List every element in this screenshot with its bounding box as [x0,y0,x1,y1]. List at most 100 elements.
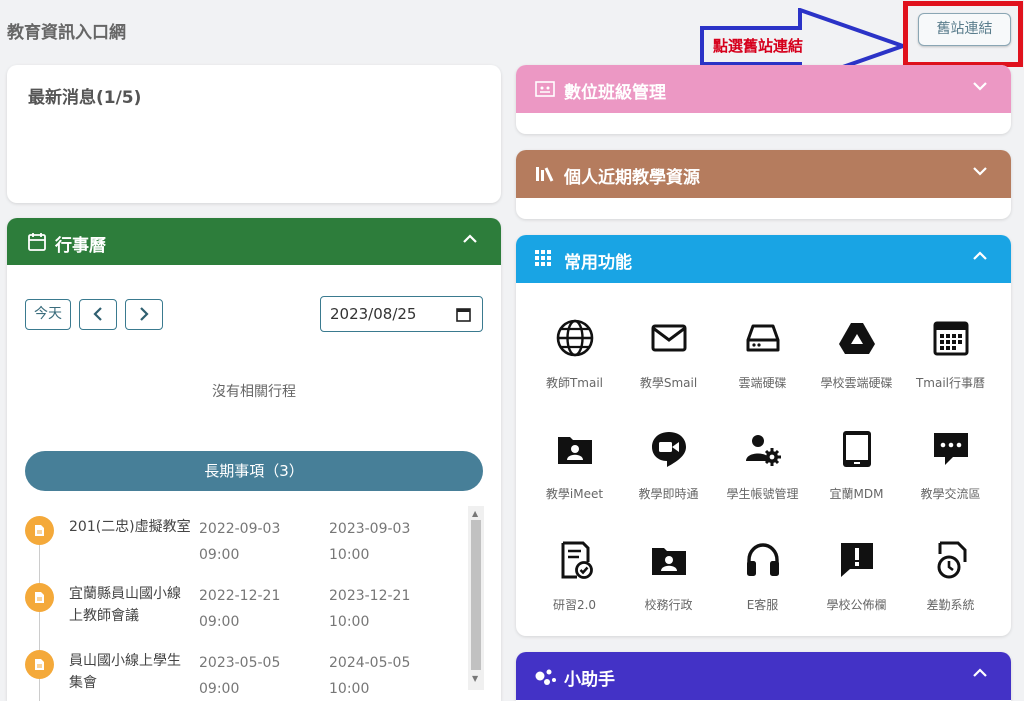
next-button[interactable] [125,299,163,330]
function-label: 教學iMeet [545,487,604,501]
function-label: 教學即時通 [638,487,699,501]
assistant-panel: 小助手 [516,652,1011,701]
tablet-icon [842,431,871,467]
personal-resources-panel: 個人近期教學資源 [516,150,1011,219]
document-icon [35,659,44,670]
function-item-teaching-smail[interactable]: 教學Smail [619,318,718,391]
function-item-teaching-forum[interactable]: 教學交流區 [901,429,1000,502]
function-item-attendance-system[interactable]: 差勤系統 [901,540,1000,613]
shared-folder-icon [557,437,592,464]
function-label: Tmail行事曆 [915,376,986,390]
function-item-school-cloud-drive[interactable]: 學校雲端硬碟 [807,318,906,391]
classroom-icon [535,81,555,97]
personal-resources-header[interactable]: 個人近期教學資源 [516,150,1011,198]
common-functions-header[interactable]: 常用功能 [516,235,1011,283]
news-card: 最新消息(1/5) [7,65,501,203]
function-item-yilan-mdm[interactable]: 宜蘭MDM [807,429,906,502]
event-start: 2023-05-05 09:00 [199,655,281,697]
annotation-text: 點選舊站連結 [713,37,804,55]
calendar-header[interactable]: 行事曆 [7,218,501,265]
scroll-thumb[interactable] [471,520,481,670]
chevron-down-icon[interactable] [973,166,987,176]
event-dot [25,583,54,612]
event-list: 201(二忠)虛擬教室 2022-09-03 09:00 2023-09-03 10… [7,506,467,701]
function-item-student-account-mgmt[interactable]: 學生帳號管理 [713,429,812,502]
common-functions-title: 常用功能 [564,253,632,273]
site-title: 教育資訊入口網 [7,23,126,43]
scroll-up-icon[interactable]: ▲ [472,509,478,518]
function-item-school-admin[interactable]: 校務行政 [619,540,718,613]
chevron-up-icon[interactable] [463,234,477,244]
function-item-tmail-calendar[interactable]: Tmail行事曆 [901,318,1000,391]
chevron-right-icon [140,307,149,321]
list-item[interactable]: 員山國小線上學生集會 2023-05-05 09:00 2024-05-05 10:… [7,650,467,701]
chevron-down-icon[interactable] [973,81,987,91]
class-management-title: 數位班級管理 [564,83,666,103]
function-item-study-2[interactable]: 研習2.0 [525,540,624,613]
function-label: 教師Tmail [545,376,604,390]
event-dot [25,650,54,679]
old-site-link-button[interactable]: 舊站連結 [918,13,1011,46]
assistant-header[interactable]: 小助手 [516,652,1011,700]
event-name: 員山國小線上學生集會 [69,653,181,691]
event-start: 2022-12-21 09:00 [199,588,281,630]
function-item-e-support[interactable]: E客服 [713,540,812,613]
document-icon [35,592,44,603]
class-management-header[interactable]: 數位班級管理 [516,65,1011,113]
function-label: 教學交流區 [920,487,981,501]
alert-message-icon [840,543,873,577]
shared-folder-icon [651,548,686,575]
list-item[interactable]: 201(二忠)虛擬教室 2022-09-03 09:00 2023-09-03 10… [7,516,467,582]
event-dot [25,516,54,545]
calendar-grid-icon [933,321,968,356]
mail-icon [651,324,686,352]
function-item-cloud-drive[interactable]: 雲端硬碟 [713,318,812,391]
chevron-up-icon[interactable] [973,251,987,261]
headset-icon [746,543,779,576]
hard-drive-icon [746,324,779,352]
calendar-title: 行事曆 [55,236,106,256]
common-functions-panel: 常用功能 教師Tmail 教學Smail 雲端硬碟 學校雲端硬碟 Tmail行事… [516,235,1011,636]
certificate-icon [561,541,593,579]
function-item-teacher-tmail[interactable]: 教師Tmail [525,318,624,391]
google-drive-icon [838,323,875,354]
news-title: 最新消息(1/5) [28,88,142,108]
function-label: 差勤系統 [926,598,975,612]
function-item-school-bulletin[interactable]: 學校公佈欄 [807,540,906,613]
function-label: 學生帳號管理 [726,487,799,501]
user-settings-icon [745,435,781,466]
function-item-teaching-messenger[interactable]: 教學即時通 [619,429,718,502]
assistant-icon [535,669,556,685]
today-button[interactable]: 今天 [25,299,71,330]
globe-icon [556,319,593,357]
library-icon [536,167,554,182]
apps-grid-icon [535,250,551,266]
long-term-items-button[interactable]: 長期事項（3） [25,451,483,491]
chevron-up-icon[interactable] [973,668,987,678]
event-end: 2023-12-21 10:00 [329,588,411,630]
function-label: 學校雲端硬碟 [820,376,893,390]
class-management-panel: 數位班級管理 [516,65,1011,134]
personal-resources-title: 個人近期教學資源 [564,168,700,188]
event-end: 2024-05-05 10:00 [329,655,411,697]
calendar-icon [28,233,46,251]
prev-button[interactable] [79,299,117,330]
date-input[interactable]: 2023/08/25 [320,296,483,332]
function-label: 研習2.0 [552,598,597,612]
function-item-teaching-imeet[interactable]: 教學iMeet [525,429,624,502]
assistant-title: 小助手 [564,670,615,690]
list-item[interactable]: 宜蘭縣員山國小線上教師會議 2022-12-21 09:00 2023-12-21… [7,583,467,649]
event-name: 宜蘭縣員山國小線上教師會議 [69,586,181,624]
chevron-left-icon [93,307,102,321]
scroll-down-icon[interactable]: ▼ [472,674,478,683]
function-label: 雲端硬碟 [738,376,787,390]
function-label: 宜蘭MDM [829,487,884,501]
document-icon [35,525,44,536]
calendar-picker-icon[interactable] [456,307,471,322]
event-start: 2022-09-03 09:00 [199,521,281,563]
document-clock-icon [937,541,966,579]
calendar-card: 行事曆 今天 2023/08/25 沒有相關行程 長期事項（3） 201(二忠)… [7,218,501,701]
event-list-scrollbar[interactable]: ▲ ▼ [468,506,484,690]
function-label: 校務行政 [644,598,693,612]
function-label: 教學Smail [639,376,698,390]
